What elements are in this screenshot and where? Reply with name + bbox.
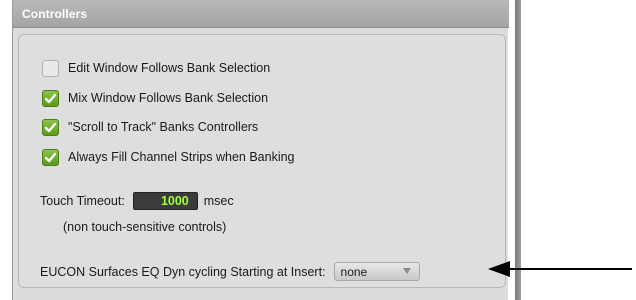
eucon-insert-dropdown[interactable]: none: [333, 262, 420, 281]
edit-window-follows-checkbox[interactable]: [42, 59, 59, 77]
mix-window-follows-checkbox[interactable]: [42, 89, 59, 107]
panel-right-border: [515, 0, 521, 300]
checkbox-row-edit-window[interactable]: Edit Window Follows Bank Selection: [42, 59, 270, 77]
always-fill-checkbox[interactable]: [42, 148, 59, 166]
checkbox-row-scroll-to-track[interactable]: "Scroll to Track" Banks Controllers: [42, 118, 258, 136]
screenshot-stage: Controllers Edit Window Follows Bank Sel…: [0, 0, 636, 300]
edit-window-follows-label: Edit Window Follows Bank Selection: [68, 61, 271, 75]
checkmark-icon: [44, 152, 57, 162]
mix-window-follows-label: Mix Window Follows Bank Selection: [68, 91, 269, 105]
arrow-left-icon: [488, 261, 632, 277]
checkmark-icon: [44, 122, 57, 132]
eucon-label: EUCON Surfaces EQ Dyn cycling Starting a…: [40, 264, 326, 279]
always-fill-label: Always Fill Channel Strips when Banking: [68, 150, 295, 164]
checkbox-row-mix-window[interactable]: Mix Window Follows Bank Selection: [42, 89, 268, 107]
scroll-to-track-checkbox[interactable]: [42, 118, 59, 136]
touch-timeout-input[interactable]: 1000: [132, 192, 198, 210]
touch-timeout-note: (non touch-sensitive controls): [63, 220, 227, 234]
checkbox-row-always-fill[interactable]: Always Fill Channel Strips when Banking: [42, 148, 295, 166]
panel-title: Controllers: [22, 7, 88, 21]
touch-timeout-label: Touch Timeout:: [40, 194, 125, 208]
chevron-down-icon: [402, 268, 411, 274]
eucon-dropdown-value: none: [340, 264, 368, 279]
panel-header: Controllers: [13, 0, 509, 28]
eucon-row: EUCON Surfaces EQ Dyn cycling Starting a…: [40, 262, 420, 281]
touch-timeout-row: Touch Timeout: 1000 msec: [40, 192, 234, 210]
checkmark-icon: [44, 93, 57, 103]
controllers-panel: Controllers Edit Window Follows Bank Sel…: [12, 0, 521, 300]
touch-timeout-unit: msec: [203, 194, 234, 208]
scroll-to-track-label: "Scroll to Track" Banks Controllers: [68, 120, 259, 134]
